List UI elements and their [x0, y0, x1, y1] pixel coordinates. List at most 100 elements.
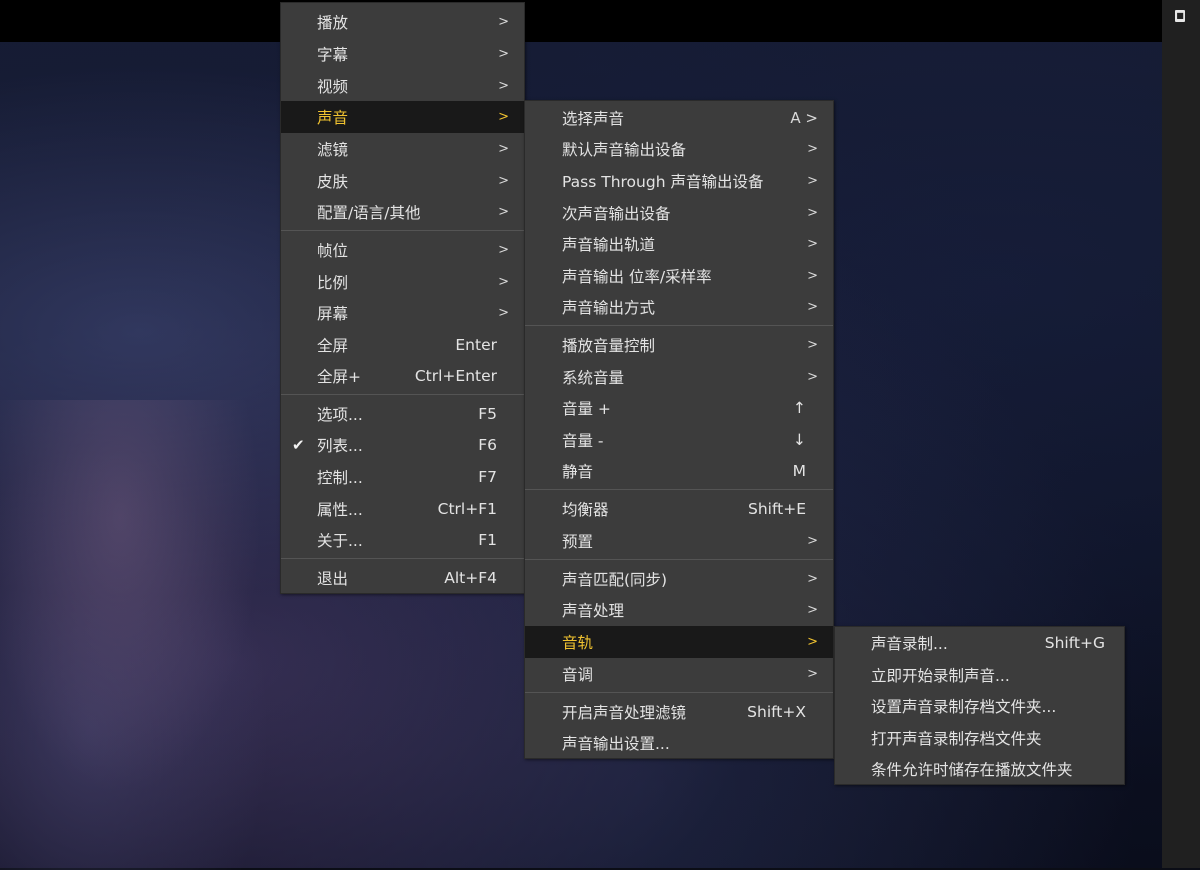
submenu-arrow-icon: > — [807, 666, 818, 682]
menu-item-label: 音量 - — [562, 432, 604, 450]
menu-item-label: 次声音输出设备 — [562, 205, 671, 223]
submenu-arrow-icon: > — [498, 78, 509, 94]
shortcut-text: F6 — [478, 436, 497, 454]
submenu-arrow-icon: > — [498, 173, 509, 189]
menu-item-pitch[interactable]: 音调 > — [525, 658, 833, 690]
menu-item-bitrate-samplerate[interactable]: 声音输出 位率/采样率 > — [525, 260, 833, 292]
menu-item-label: 音轨 — [562, 634, 594, 652]
menu-item-label: 列表... — [317, 437, 363, 455]
menu-item-label: 预置 — [562, 533, 594, 551]
shortcut-text: Shift+E — [747, 500, 806, 518]
menu-item-audio[interactable]: 声音 > — [281, 101, 524, 133]
shortcut-text: F7 — [478, 468, 497, 486]
menu-item-label: 声音 — [317, 109, 349, 127]
menu-item-label: 声音输出设置... — [562, 735, 670, 753]
menu-item-skin[interactable]: 皮肤 > — [281, 165, 524, 197]
menu-item-video[interactable]: 视频 > — [281, 70, 524, 102]
menu-item-aspect-ratio[interactable]: 比例 > — [281, 266, 524, 298]
menu-item-open-recording-folder[interactable]: 打开声音录制存档文件夹 — [835, 722, 1124, 754]
menu-item-label: 设置声音录制存档文件夹... — [871, 698, 1057, 716]
menu-item-filters[interactable]: 滤镜 > — [281, 133, 524, 165]
menu-item-output-channels[interactable]: 声音输出轨道 > — [525, 228, 833, 260]
menu-item-playback-volume[interactable]: 播放音量控制 > — [525, 329, 833, 361]
menu-item-label: 开启声音处理滤镜 — [562, 704, 687, 722]
submenu-arrow-icon: > — [807, 205, 818, 221]
submenu-arrow-icon: > — [498, 305, 509, 321]
menu-item-audio-processing[interactable]: 声音处理 > — [525, 594, 833, 626]
menu-item-label: 系统音量 — [562, 369, 625, 387]
menu-item-fullscreen[interactable]: 全屏 Enter — [281, 329, 524, 361]
menu-item-label: 属性... — [317, 501, 363, 519]
menu-item-exit[interactable]: 退出 Alt+F4 — [281, 562, 524, 594]
submenu-arrow-icon: > — [807, 571, 818, 587]
video-scene-rock — [0, 400, 300, 870]
menu-item-save-in-playback-folder[interactable]: 条件允许时储存在播放文件夹 — [835, 753, 1124, 785]
menu-item-presets[interactable]: 预置 > — [525, 525, 833, 557]
menu-item-label: 声音输出方式 — [562, 299, 656, 317]
submenu-arrow-icon: > — [807, 337, 818, 353]
shortcut-text: M — [792, 462, 806, 480]
menu-item-system-volume[interactable]: 系统音量 > — [525, 361, 833, 393]
menu-item-control[interactable]: 控制... F7 — [281, 461, 524, 493]
menu-item-play[interactable]: 播放 > — [281, 6, 524, 38]
menu-item-label: 皮肤 — [317, 173, 349, 191]
menu-item-default-output-device[interactable]: 默认声音输出设备 > — [525, 133, 833, 165]
menu-item-screen[interactable]: 屏幕 > — [281, 297, 524, 329]
shortcut-text: Alt+F4 — [444, 569, 497, 587]
menu-item-label: 帧位 — [317, 242, 349, 260]
menu-item-audio-track[interactable]: 音轨 > — [525, 626, 833, 658]
shortcut-text: F1 — [478, 531, 497, 549]
menu-item-secondary-output-device[interactable]: 次声音输出设备 > — [525, 197, 833, 229]
submenu-arrow-icon: > — [807, 634, 818, 650]
menu-item-audio-sync[interactable]: 声音匹配(同步) > — [525, 563, 833, 595]
menu-item-label: 声音录制... — [871, 635, 948, 653]
menu-item-label: 声音输出 位率/采样率 — [562, 268, 712, 286]
menu-item-label: 打开声音录制存档文件夹 — [871, 730, 1042, 748]
menu-item-enable-audio-filter[interactable]: 开启声音处理滤镜 Shift+X — [525, 696, 833, 728]
menu-item-select-audio[interactable]: 选择声音 A > — [525, 102, 833, 134]
menu-item-label: 滤镜 — [317, 141, 349, 159]
file-icon[interactable]: ■ — [1175, 10, 1185, 22]
shortcut-text: F5 — [478, 405, 497, 423]
menu-item-subtitles[interactable]: 字幕 > — [281, 38, 524, 70]
menu-item-fullscreen-plus[interactable]: 全屏+ Ctrl+Enter — [281, 360, 524, 392]
menu-item-label: 全屏+ — [317, 368, 361, 386]
menu-item-label: 视频 — [317, 78, 349, 96]
menu-item-pass-through-device[interactable]: Pass Through 声音输出设备 > — [525, 165, 833, 197]
submenu-arrow-icon: > — [498, 274, 509, 290]
checkmark-icon: ✔ — [292, 436, 305, 454]
submenu-arrow-icon: > — [498, 46, 509, 62]
menu-item-volume-up[interactable]: 音量 + ↑ — [525, 392, 833, 424]
menu-item-about[interactable]: 关于... F1 — [281, 524, 524, 556]
submenu-arrow-icon: > — [807, 602, 818, 618]
menu-item-label: Pass Through 声音输出设备 — [562, 173, 764, 191]
submenu-arrow-icon: > — [807, 299, 818, 315]
menu-item-volume-down[interactable]: 音量 - ↓ — [525, 424, 833, 456]
submenu-arrow-icon: > — [498, 242, 509, 258]
menu-item-record-audio[interactable]: 声音录制... Shift+G — [835, 627, 1124, 659]
menu-item-equalizer[interactable]: 均衡器 Shift+E — [525, 493, 833, 525]
menu-item-output-mode[interactable]: 声音输出方式 > — [525, 291, 833, 323]
menu-item-config-language[interactable]: 配置/语言/其他 > — [281, 196, 524, 228]
menu-item-audio-output-settings[interactable]: 声音输出设置... — [525, 727, 833, 759]
menu-item-properties[interactable]: 属性... Ctrl+F1 — [281, 493, 524, 525]
menu-item-start-recording-now[interactable]: 立即开始录制声音... — [835, 659, 1124, 691]
menu-item-playlist[interactable]: ✔ 列表... F6 — [281, 429, 524, 461]
menu-item-label: 退出 — [317, 570, 349, 588]
menu-item-label: 控制... — [317, 469, 363, 487]
menu-item-label: 立即开始录制声音... — [871, 667, 1010, 685]
menu-item-set-recording-folder[interactable]: 设置声音录制存档文件夹... — [835, 690, 1124, 722]
shortcut-text: ↑ — [793, 399, 806, 417]
menu-item-mute[interactable]: 静音 M — [525, 455, 833, 487]
menu-item-label: 均衡器 — [562, 501, 609, 519]
submenu-arrow-icon: > — [807, 173, 818, 189]
menu-separator — [281, 230, 524, 231]
submenu-arrow-icon: A > — [790, 109, 818, 127]
submenu-arrow-icon: > — [807, 236, 818, 252]
menu-separator — [281, 394, 524, 395]
menu-item-label: 默认声音输出设备 — [562, 141, 687, 159]
menu-item-label: 配置/语言/其他 — [317, 204, 421, 222]
menu-item-options[interactable]: 选项... F5 — [281, 398, 524, 430]
menu-item-label: 比例 — [317, 274, 349, 292]
menu-item-frame[interactable]: 帧位 > — [281, 234, 524, 266]
